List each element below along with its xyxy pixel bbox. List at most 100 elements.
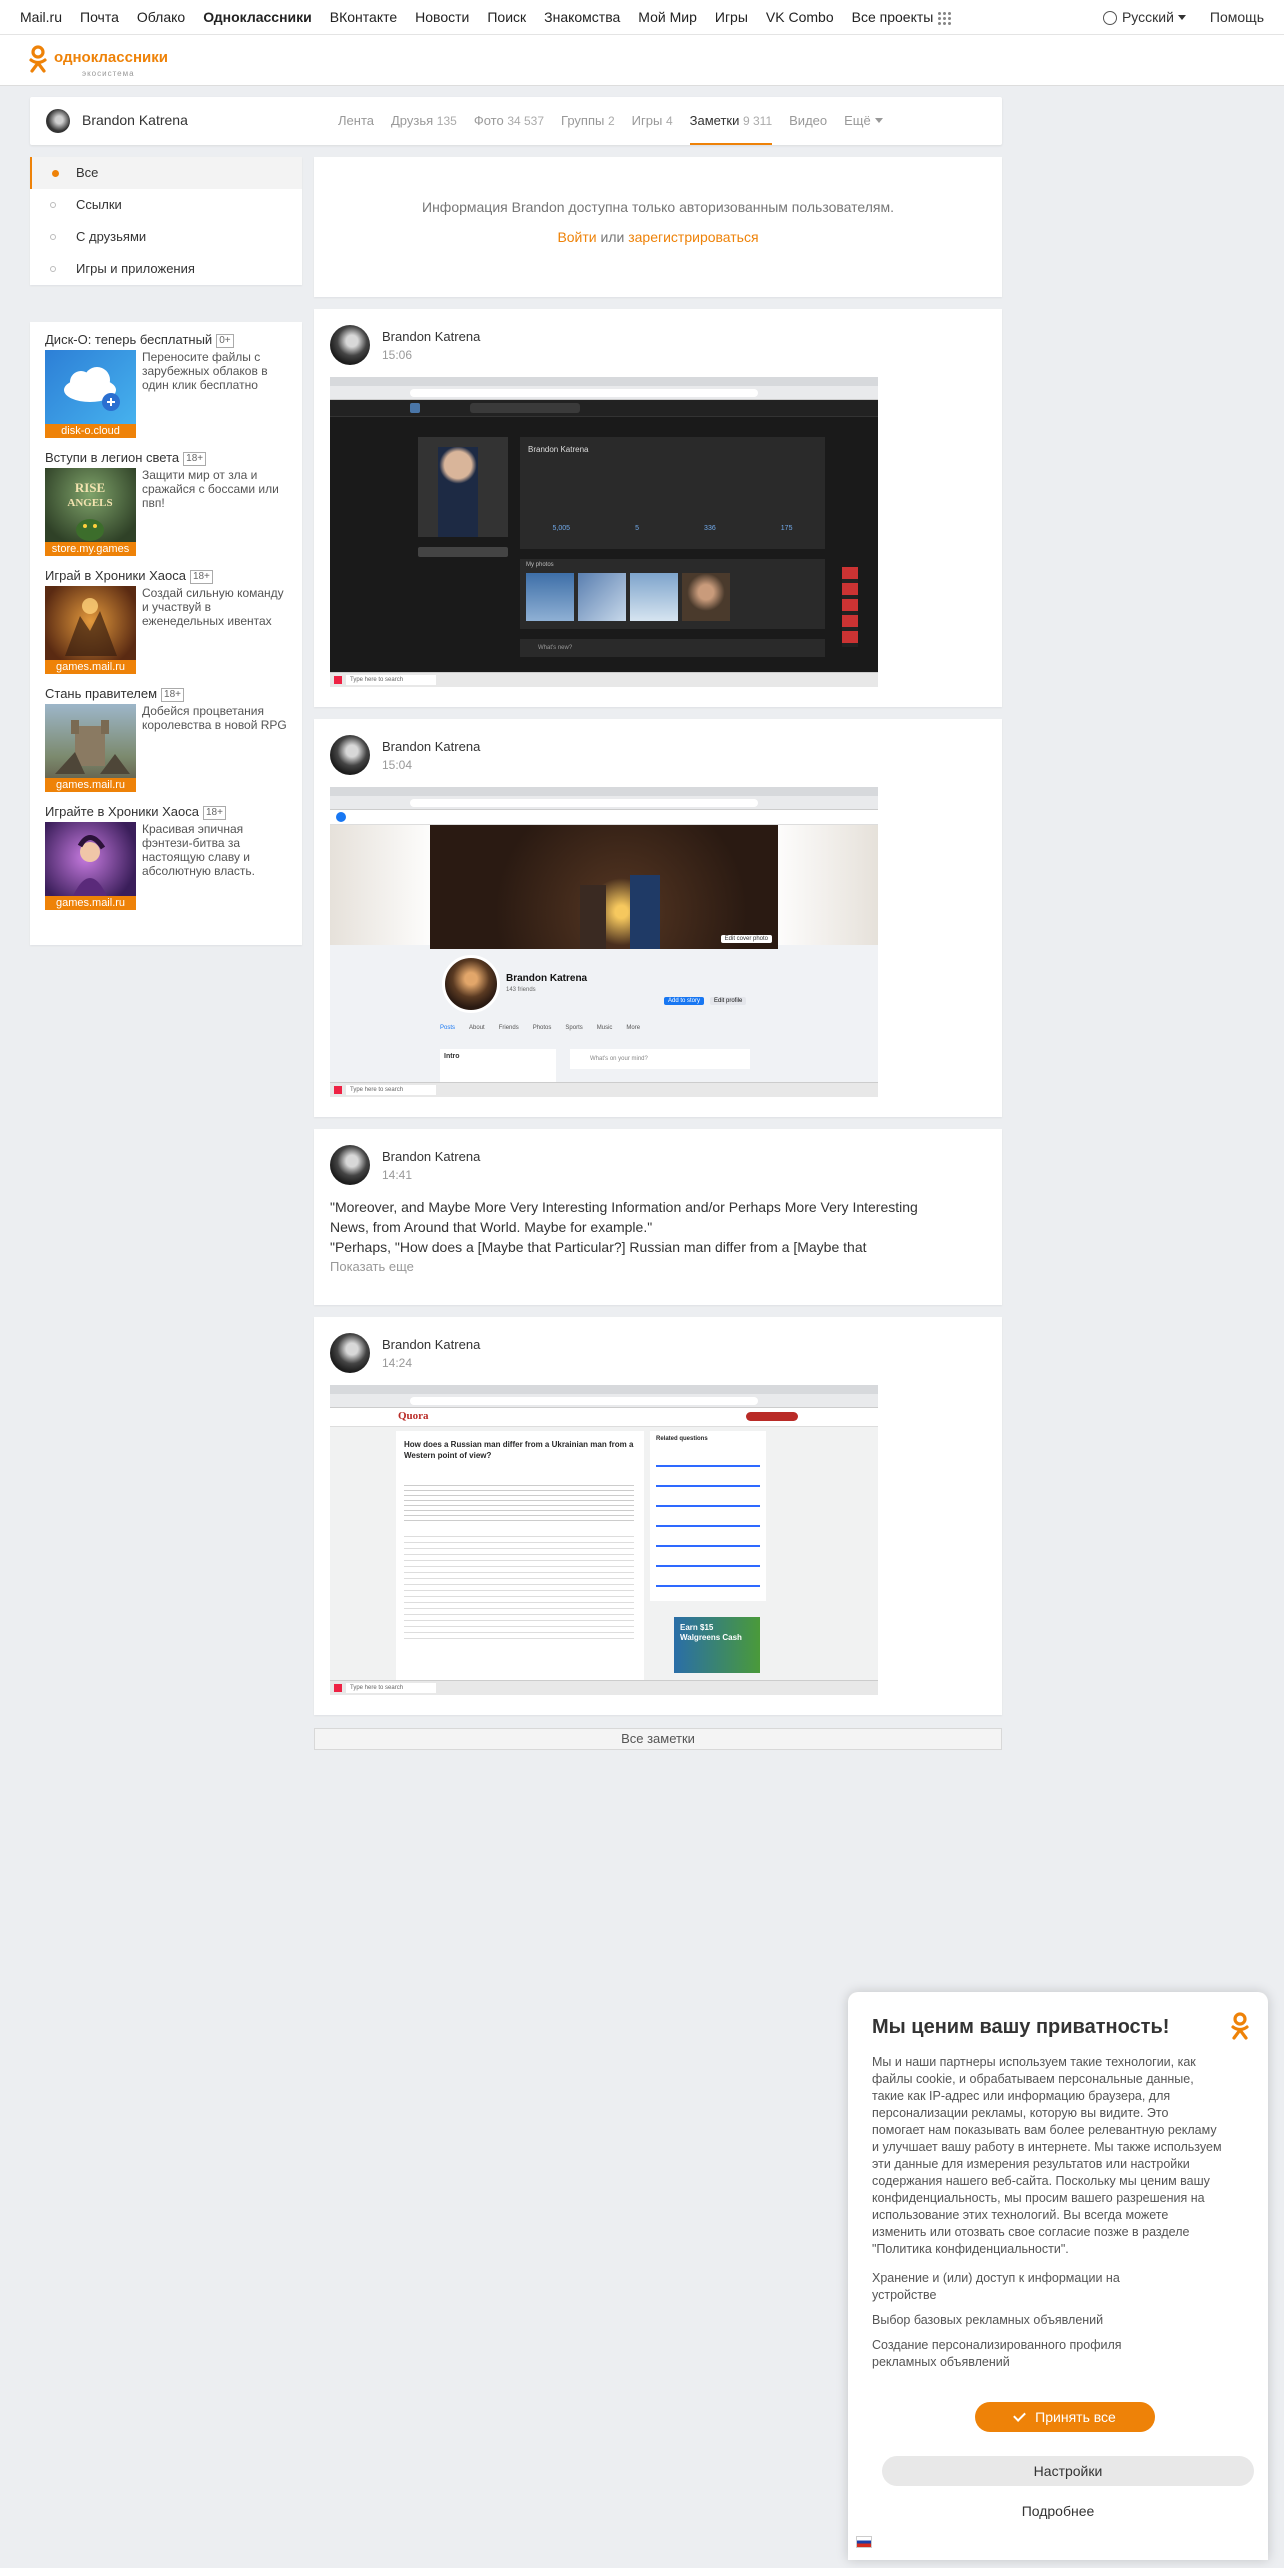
ad-item[interactable]: Стань правителем 18+ games.mail.ru Добейс… [45,686,295,792]
age-badge: 0+ [216,334,234,348]
post-time: 15:04 [382,758,413,772]
help-link[interactable]: Помощь [1210,9,1264,25]
cookie-body: Мы и наши партнеры используем такие техн… [872,2055,1222,2256]
profile-name[interactable]: Brandon Katrena [82,112,188,128]
show-more-link[interactable]: Показать еще [330,1259,414,1274]
tab-count: 9 311 [743,114,773,128]
ad-title: Диск-О: теперь бесплатный [45,332,213,347]
link-all-projects[interactable]: Все проекты [851,8,952,26]
browser-chrome [330,1385,878,1408]
author-avatar[interactable] [330,735,370,775]
ad-item[interactable]: Диск-О: теперь бесплатный 0+ disk-o.cloud… [45,332,295,438]
fb-nav-item: Photos [532,1025,552,1031]
cookie-more-link[interactable]: Подробнее [848,2496,1268,2526]
link-oblako[interactable]: Облако [137,9,185,25]
ad-image: disk-o.cloud [45,350,136,438]
link-novosti[interactable]: Новости [415,9,469,25]
link-odnoklassniki[interactable]: Одноклассники [203,9,312,25]
quora-question-card: How does a Russian man differ from a Ukr… [396,1431,644,1681]
ad-description: Добейся процветания королевства в новой … [142,704,287,732]
profile-avatar[interactable] [46,109,70,133]
chevron-down-icon [874,118,883,123]
ad-image: RISE ANGELS store.my.games [45,468,136,556]
tab-photos[interactable]: Фото 34 537 [474,97,544,145]
fb-nav-item: About [469,1025,485,1031]
language-label: Русский [1121,9,1174,25]
post-time: 14:24 [382,1356,413,1370]
check-icon [1013,2409,1027,2422]
cookie-settings-button[interactable]: Настройки [882,2456,1254,2486]
cookie-title: Мы ценим вашу приватность! [872,2016,1170,2038]
author-name[interactable]: Brandon Katrena [382,329,480,344]
windows-taskbar: Type here to search [330,672,878,687]
tab-count: 135 [436,114,457,128]
link-znakomstva[interactable]: Знакомства [544,9,620,25]
ad-description: Защити мир от зла и сражайся с боссами и… [142,468,279,510]
quora-question-title: How does a Russian man differ from a Ukr… [404,1440,634,1460]
quora-related-card: Related questions [650,1431,766,1601]
filter-links[interactable]: Ссылки [30,189,302,221]
register-link[interactable]: зарегистрироваться [628,229,758,245]
author-name[interactable]: Brandon Katrena [382,1149,480,1164]
ok-logo-icon [1231,2012,1249,2040]
ad-item[interactable]: Играй в Хроники Хаоса 18+ games.mail.ru С… [45,568,295,674]
tab-video[interactable]: Видео [789,97,827,145]
filter-all[interactable]: Все [30,157,302,189]
tab-games[interactable]: Игры 4 [632,97,673,145]
tab-groups[interactable]: Группы 2 [561,97,615,145]
browser-chrome [330,377,878,400]
login-link[interactable]: Войти [557,229,596,245]
all-projects-label: Все проекты [851,8,934,25]
russian-flag-icon[interactable] [856,2536,872,2548]
author-avatar[interactable] [330,325,370,365]
ad-source: games.mail.ru [45,778,136,792]
filter-with-friends[interactable]: С друзьями [30,221,302,253]
ad-title: Вступи в легион света [45,450,180,465]
language-selector[interactable]: Русский [1102,9,1186,25]
all-notes-button[interactable]: Все заметки [314,1728,1002,1750]
note-line: News, from Around that World. Maybe for … [330,1219,653,1235]
note-text[interactable]: "Moreover, and Maybe More Very Interesti… [330,1197,970,1257]
windows-taskbar: Type here to search [330,1680,878,1695]
author-avatar[interactable] [330,1333,370,1373]
link-moy-mir[interactable]: Мой Мир [638,9,697,25]
quora-screenshot-image[interactable]: Quora How does a Russian man differ from… [330,1385,878,1695]
bullet-icon [50,266,56,272]
filter-games-apps[interactable]: Игры и приложения [30,253,302,285]
tab-friends[interactable]: Друзья 135 [391,97,457,145]
vk-count: 5 [635,525,639,532]
post-time: 14:41 [382,1168,413,1182]
filter-label: Игры и приложения [76,261,195,276]
link-vk-combo[interactable]: VK Combo [766,9,834,25]
link-mailru[interactable]: Mail.ru [20,9,62,25]
fb-profile-nav: Posts About Friends Photos Sports Music … [440,1025,860,1031]
auth-actions: Войти или зарегистрироваться [314,229,1002,245]
ok-logo-icon [29,45,47,73]
vk-screenshot-image[interactable]: Brandon Katrena 5,005 5 336 175 My photo… [330,377,878,687]
author-name[interactable]: Brandon Katrena [382,739,480,754]
fb-edit-profile-button: Edit profile [710,997,747,1005]
tab-more[interactable]: Ещё [844,97,883,145]
author-name[interactable]: Brandon Katrena [382,1337,480,1352]
link-poisk[interactable]: Поиск [487,9,526,25]
browser-chrome [330,787,878,810]
author-avatar[interactable] [330,1145,370,1185]
fb-profile-name: Brandon Katrena [506,973,588,984]
ad-item[interactable]: Вступи в легион света 18+ RISE ANGELS sto… [45,450,295,556]
link-igry[interactable]: Игры [715,9,748,25]
quora-header: Quora [330,1408,878,1427]
link-vkontakte[interactable]: ВКонтакте [330,9,397,25]
facebook-screenshot-image[interactable]: Edit cover photo Brandon Katrena 143 fri… [330,787,878,1097]
tab-label: Лента [338,113,374,128]
vk-logo-icon [410,403,420,413]
ad-title-row: Вступи в легион света 18+ [45,450,295,466]
tab-notes[interactable]: Заметки 9 311 [689,97,773,145]
accept-all-button[interactable]: Принять все [975,2402,1155,2432]
tab-label: Ещё [844,113,871,128]
tab-count: 4 [665,114,673,128]
tab-label: Игры [631,113,663,128]
ad-item[interactable]: Играйте в Хроники Хаоса 18+ games.mail.ru… [45,804,295,910]
tab-lenta[interactable]: Лента [338,97,374,145]
fb-nav-item: Posts [440,1025,456,1031]
link-pochta[interactable]: Почта [80,9,119,25]
